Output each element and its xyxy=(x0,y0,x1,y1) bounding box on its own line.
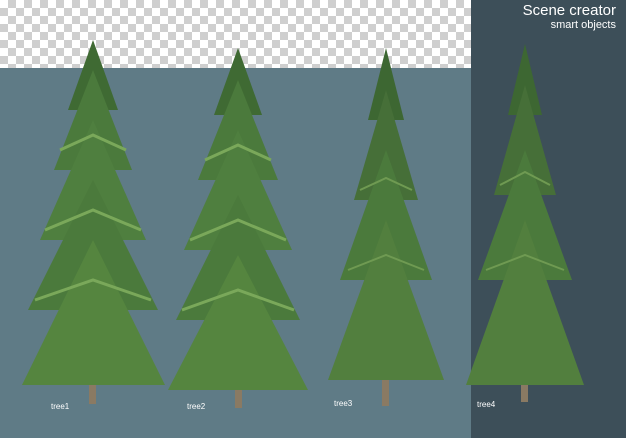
scene-canvas: Scene creator smart objects tree1 tree2 … xyxy=(0,0,626,438)
tree-3-label: tree3 xyxy=(334,399,353,408)
tree-4-label: tree4 xyxy=(477,400,496,409)
tree-1-label: tree1 xyxy=(51,402,70,411)
tree-4-image xyxy=(466,44,584,402)
tree-2-label: tree2 xyxy=(187,402,206,411)
